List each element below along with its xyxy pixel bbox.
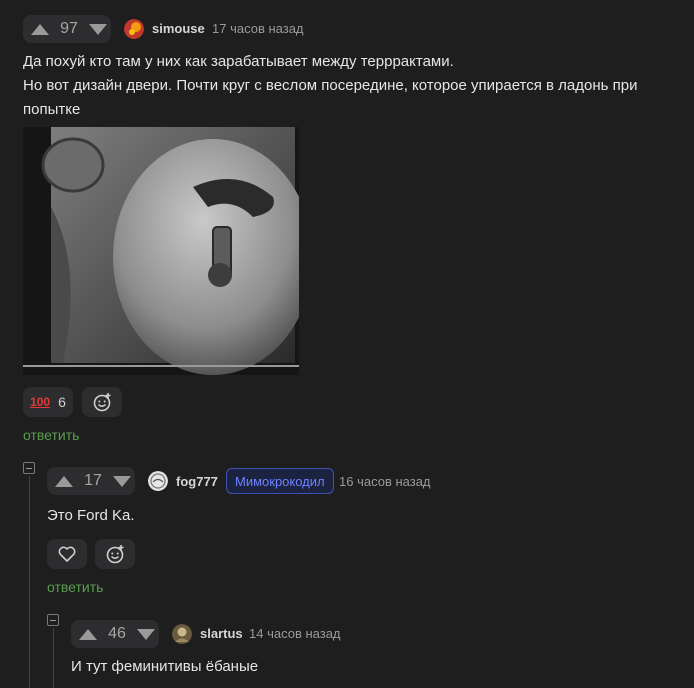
comment-line: Но вот дизайн двери. Почти круг с веслом… xyxy=(23,77,638,118)
hundred-emoji-icon: 100 xyxy=(30,395,51,409)
comment-text: И тут феминитивы ёбаные xyxy=(71,658,259,675)
username[interactable]: slartus xyxy=(200,626,243,641)
thread-line xyxy=(29,476,30,688)
comment-time: 14 часов назад xyxy=(249,626,341,641)
downvote-icon[interactable] xyxy=(113,475,131,487)
comment-text: Это Ford Ka. xyxy=(47,507,135,524)
comment-time: 16 часов назад xyxy=(339,474,431,489)
like-button[interactable] xyxy=(47,539,87,569)
downvote-icon[interactable] xyxy=(137,628,155,640)
vote-count: 17 xyxy=(84,472,102,489)
vote-count: 97 xyxy=(60,20,78,37)
vote-count: 46 xyxy=(108,625,126,642)
upvote-icon[interactable] xyxy=(31,23,49,35)
vote-pill: 97 xyxy=(23,15,111,43)
add-emoji-icon xyxy=(93,393,111,412)
thread-line xyxy=(53,628,54,688)
reaction-count: 6 xyxy=(58,394,66,410)
vote-pill: 17 xyxy=(47,467,135,495)
add-reaction-button[interactable] xyxy=(82,387,122,417)
avatar[interactable] xyxy=(124,19,144,39)
comment-video[interactable] xyxy=(23,127,299,375)
reply-link[interactable]: ответить xyxy=(47,579,103,595)
username[interactable]: fog777 xyxy=(176,474,218,489)
avatar[interactable] xyxy=(172,624,192,644)
car-door-image xyxy=(23,127,299,375)
upvote-icon[interactable] xyxy=(79,628,97,640)
downvote-icon[interactable] xyxy=(89,23,107,35)
username[interactable]: simouse xyxy=(152,21,205,36)
avatar[interactable] xyxy=(148,471,168,491)
add-reaction-button[interactable] xyxy=(95,539,135,569)
vote-pill: 46 xyxy=(71,620,159,648)
comment-time: 17 часов назад xyxy=(212,21,304,36)
comment-line: Да похуй кто там у них как зарабатывает … xyxy=(23,53,454,70)
user-badge: Мимокрокодил xyxy=(226,468,334,494)
collapse-thread-icon[interactable] xyxy=(47,614,59,626)
upvote-icon[interactable] xyxy=(55,475,73,487)
heart-icon xyxy=(58,546,76,562)
reply-link[interactable]: ответить xyxy=(23,427,79,443)
reaction-button[interactable]: 100 6 xyxy=(23,387,73,417)
add-emoji-icon xyxy=(106,545,124,564)
collapse-thread-icon[interactable] xyxy=(23,462,35,474)
